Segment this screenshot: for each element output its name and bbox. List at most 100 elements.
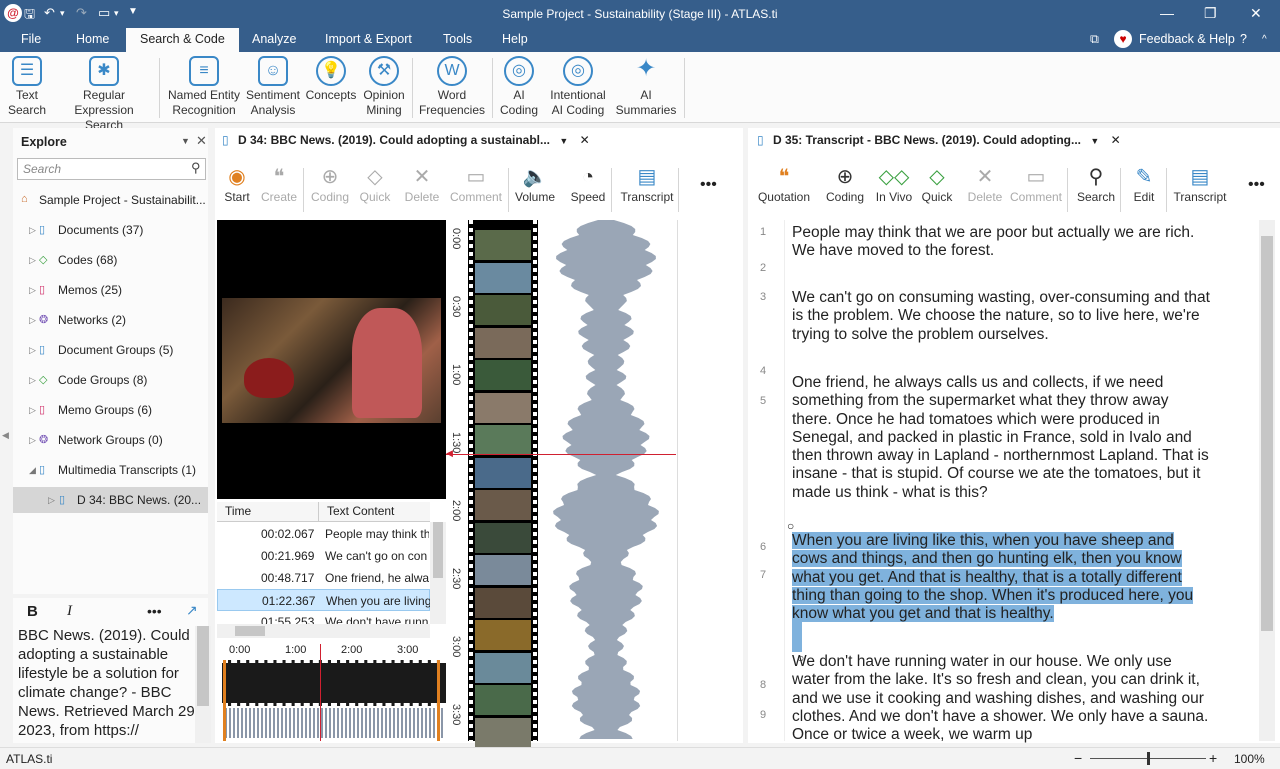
comment-scrollbar[interactable] (195, 626, 211, 743)
film-thumbnail[interactable] (475, 620, 531, 650)
expand-icon[interactable]: ▷ (29, 375, 36, 386)
scroll-thumb[interactable] (433, 522, 443, 578)
scroll-thumb[interactable] (1261, 236, 1273, 631)
table-row[interactable]: 00:21.969 We can't go on con (217, 545, 430, 567)
coding-button[interactable]: ⊕ Coding (307, 164, 353, 204)
menu-search-code[interactable]: Search & Code (126, 28, 239, 52)
film-thumbnail[interactable] (475, 425, 531, 455)
word-frequencies-button[interactable]: W Word Frequencies (418, 56, 486, 118)
film-thumbnail[interactable] (475, 685, 531, 715)
concepts-button[interactable]: 💡 Concepts (304, 56, 358, 103)
expand-icon[interactable]: ▷ (29, 315, 36, 326)
tab-close-icon[interactable]: ✕ (580, 133, 590, 147)
toolbar-more-icon[interactable]: ••• (700, 176, 717, 194)
tree-item-documents[interactable]: Documents (37) (58, 223, 143, 237)
tree-item-document-groups[interactable]: Document Groups (5) (58, 343, 173, 357)
minimize-icon[interactable]: — (1160, 5, 1174, 21)
tree-item-d34[interactable]: D 34: BBC News. (20... (77, 493, 201, 507)
feedback-help-link[interactable]: Feedback & Help (1139, 32, 1235, 46)
zoom-slider-thumb[interactable] (1147, 752, 1150, 765)
start-button[interactable]: ◉ Start (222, 164, 252, 204)
expand-icon[interactable]: ▷ (29, 285, 36, 296)
film-thumbnail[interactable] (475, 360, 531, 390)
scroll-thumb[interactable] (235, 626, 265, 636)
expand-icon[interactable]: ▷ (29, 435, 36, 446)
menu-help[interactable]: Help (502, 32, 528, 46)
film-thumbnail[interactable] (475, 295, 531, 325)
table-row[interactable]: 01:22.367 When you are living (217, 589, 430, 611)
transcript-paragraph[interactable]: One friend, he always calls us and colle… (792, 374, 1210, 502)
playhead-marker-icon[interactable]: ◀ (446, 448, 453, 459)
table-row[interactable]: 00:02.067 People may think th (217, 523, 430, 545)
quick-button[interactable]: ◇ Quick (917, 164, 957, 204)
search-button[interactable]: ⚲ Search (1074, 164, 1118, 204)
tree-item-networks[interactable]: Networks (2) (58, 313, 126, 327)
menu-tools[interactable]: Tools (443, 32, 472, 46)
screen-icon[interactable]: ⧉ (1090, 32, 1099, 47)
expand-icon[interactable]: ▷ (48, 495, 55, 506)
coding-button[interactable]: ⊕ Coding (822, 164, 868, 204)
timeline-playhead[interactable] (320, 644, 321, 741)
tab-document-35[interactable]: ▯ D 35: Transcript - BBC News. (2019). C… (757, 133, 1121, 159)
tree-item-codes[interactable]: Codes (68) (58, 253, 117, 267)
menu-home[interactable]: Home (76, 32, 109, 46)
column-header-text[interactable]: Text Content (318, 502, 430, 522)
tree-item-memo-groups[interactable]: Memo Groups (6) (58, 403, 152, 417)
expand-icon[interactable]: ▷ (29, 225, 36, 236)
quick-button[interactable]: ◇ Quick (355, 164, 395, 204)
film-thumbnail[interactable] (475, 522, 531, 553)
zoom-out-icon[interactable]: − (1074, 750, 1082, 766)
ai-summaries-button[interactable]: ✦ AI Summaries (614, 56, 678, 118)
regex-search-button[interactable]: ✱ Regular Expression Search (54, 56, 154, 133)
expand-icon[interactable]: ▷ (29, 405, 36, 416)
menu-file[interactable]: File (21, 32, 41, 46)
film-thumbnail[interactable] (475, 555, 531, 585)
tree-item-network-groups[interactable]: Network Groups (0) (58, 433, 163, 447)
toolbar-more-icon[interactable]: ••• (1248, 176, 1265, 194)
table-scrollbar[interactable] (430, 522, 446, 624)
explore-close-icon[interactable]: ✕ (196, 133, 207, 149)
waveform[interactable] (540, 220, 679, 741)
zoom-in-icon[interactable]: + (1209, 750, 1217, 766)
transcript-paragraph[interactable]: We don't have running water in our house… (792, 653, 1210, 744)
project-node[interactable]: Sample Project - Sustainabilit... (39, 193, 206, 207)
help-icon[interactable]: ? (1240, 32, 1247, 46)
opinion-mining-button[interactable]: ⚒ Opinion Mining (360, 56, 408, 118)
edit-button[interactable]: ✎ Edit (1128, 164, 1160, 204)
explore-search-input[interactable]: Search (17, 158, 206, 180)
range-end-handle[interactable] (437, 660, 440, 741)
video-player[interactable] (217, 220, 446, 499)
text-search-button[interactable]: ☰ Text Search (6, 56, 48, 118)
restore-icon[interactable]: ❐ (1204, 5, 1217, 22)
transcript-paragraph[interactable]: People may think that we are poor but ac… (792, 224, 1210, 261)
filmstrip[interactable] (468, 220, 538, 748)
film-thumbnail[interactable] (475, 587, 531, 618)
menu-analyze[interactable]: Analyze (252, 32, 296, 46)
explore-dropdown-icon[interactable]: ▼ (181, 136, 190, 146)
tab-document-34[interactable]: ▯ D 34: BBC News. (2019). Could adopting… (222, 133, 590, 159)
menu-import-export[interactable]: Import & Export (325, 32, 412, 46)
ai-coding-button[interactable]: ◎ AI Coding (496, 56, 542, 118)
delete-button[interactable]: ✕ Delete (402, 164, 442, 204)
sentiment-analysis-button[interactable]: ☺ Sentiment Analysis (243, 56, 303, 118)
collapse-left-panel-icon[interactable]: ◀ (2, 430, 9, 441)
tab-dropdown-icon[interactable]: ▼ (559, 136, 568, 146)
comment-button[interactable]: ▭ Comment (446, 164, 506, 204)
comment-button[interactable]: ▭ Comment (1007, 164, 1065, 204)
table-hscrollbar[interactable] (217, 624, 430, 638)
transcript-paragraph-selected[interactable]: When you are living like this, when you … (792, 532, 1210, 623)
tree-item-code-groups[interactable]: Code Groups (8) (58, 373, 147, 387)
tree-item-memos[interactable]: Memos (25) (58, 283, 122, 297)
collapse-ribbon-icon[interactable]: ^ (1262, 34, 1267, 45)
tab-dropdown-icon[interactable]: ▼ (1090, 136, 1099, 146)
comment-text[interactable]: BBC News. (2019). Could adopting a susta… (18, 626, 203, 740)
tree-item-multimedia-transcripts[interactable]: Multimedia Transcripts (1) (58, 463, 196, 477)
named-entity-button[interactable]: ≡ Named Entity Recognition (165, 56, 243, 118)
delete-button[interactable]: ✕ Delete (965, 164, 1005, 204)
film-thumbnail[interactable] (475, 717, 531, 748)
feedback-icon[interactable]: ♥ (1114, 30, 1132, 48)
expand-icon[interactable]: ◢ (29, 465, 36, 476)
open-editor-icon[interactable]: ↗ (186, 602, 198, 619)
create-button[interactable]: ❝ Create (260, 164, 298, 204)
selected-text[interactable]: When you are living like this, when you … (792, 532, 1194, 623)
